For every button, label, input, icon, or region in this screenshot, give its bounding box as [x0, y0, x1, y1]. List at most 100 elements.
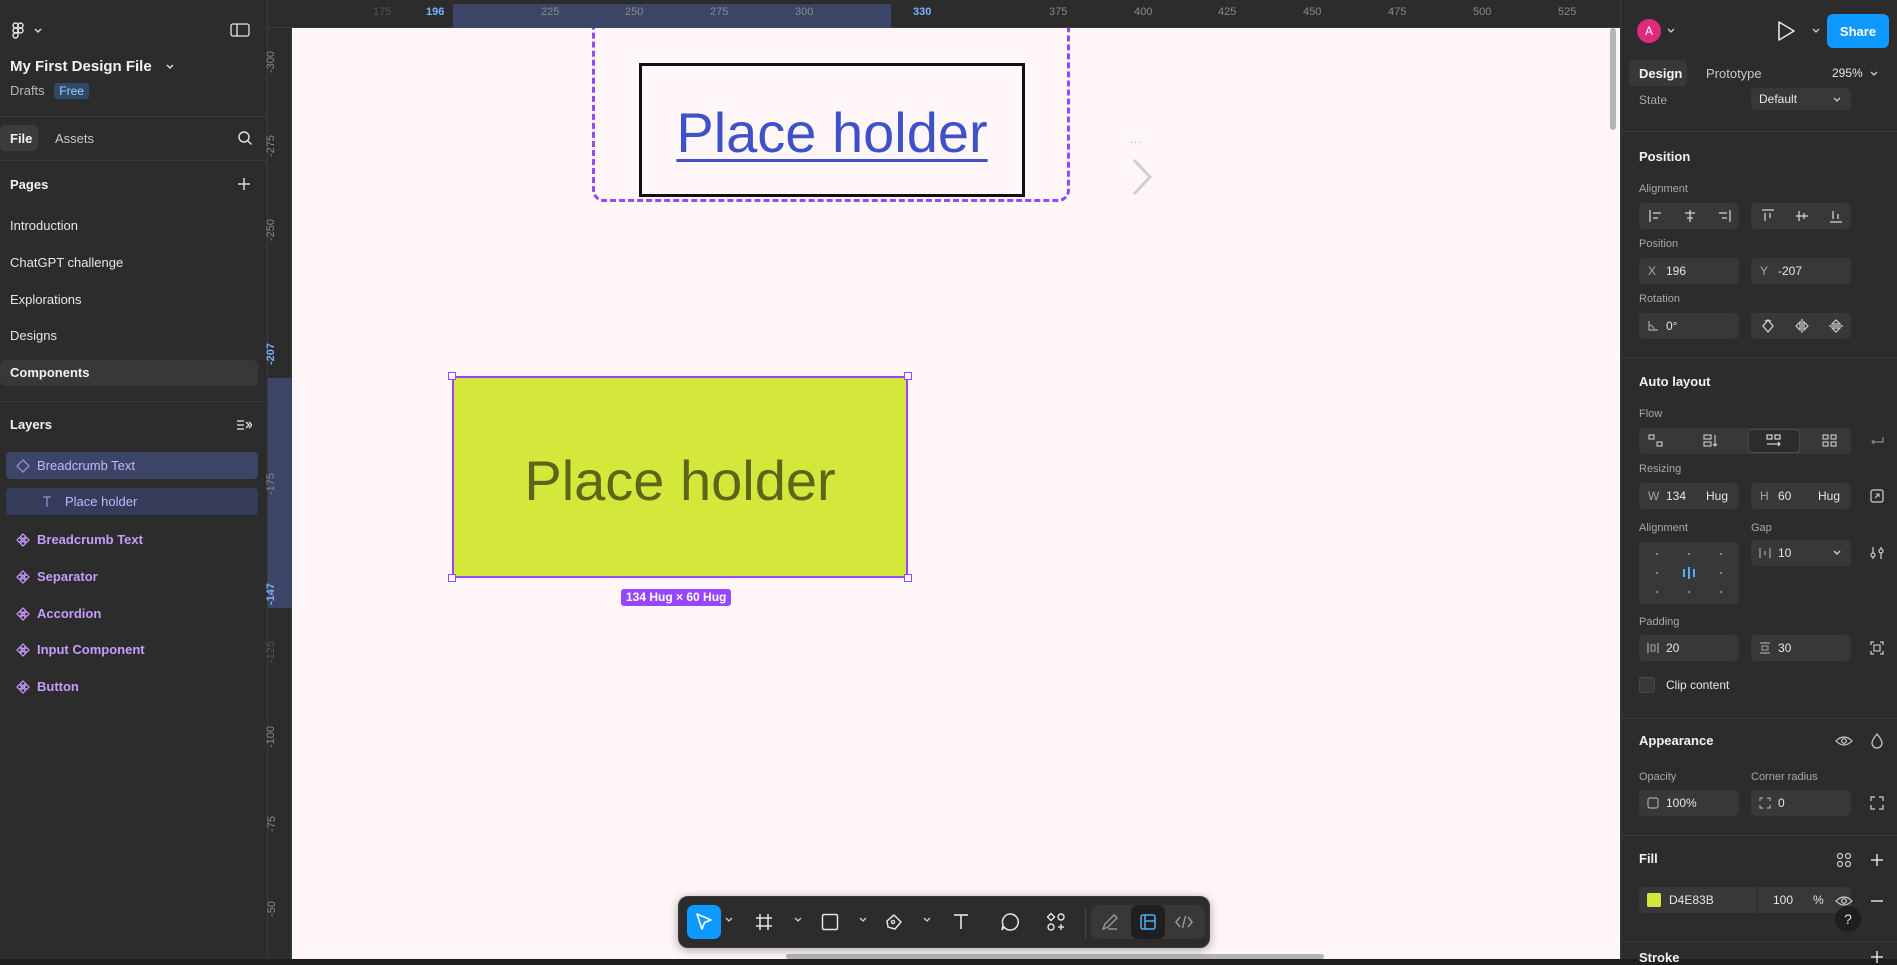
chevron-down-icon[interactable] [725, 917, 733, 923]
resize-constraints-icon[interactable] [1869, 488, 1885, 504]
ruler-tick: -175 [265, 472, 278, 496]
height-input[interactable]: H 60 Hug [1751, 483, 1851, 509]
zoom-control[interactable]: 295% [1832, 66, 1878, 80]
independent-corners-icon[interactable] [1869, 795, 1885, 811]
flow-freeform-icon[interactable] [1648, 434, 1664, 448]
chevron-down-icon[interactable] [794, 917, 802, 923]
component-icon [16, 570, 30, 584]
individual-padding-icon[interactable] [1869, 640, 1885, 656]
page-item-designs[interactable]: Designs [0, 325, 258, 347]
tab-design[interactable]: Design [1629, 60, 1687, 86]
layer-item[interactable]: Breadcrumb Text [6, 526, 258, 553]
dev-mode[interactable] [1167, 905, 1201, 939]
present-play-icon[interactable] [1776, 20, 1796, 42]
canvas[interactable]: Place holder ... Place holder 134 Hug × … [292, 28, 1620, 959]
add-page-icon[interactable] [237, 177, 251, 191]
width-mode[interactable]: Hug [1706, 489, 1728, 503]
layer-item[interactable]: Input Component [6, 636, 258, 663]
chevron-down-icon[interactable] [923, 917, 931, 923]
layer-item[interactable]: Button [6, 673, 258, 700]
rotation-input[interactable]: 0° [1639, 313, 1739, 339]
comment-tool[interactable] [993, 905, 1027, 939]
frame-tool[interactable] [747, 905, 781, 939]
page-item-explorations[interactable]: Explorations [0, 289, 258, 311]
align-right-icon[interactable] [1716, 209, 1732, 223]
shape-tool[interactable] [813, 905, 847, 939]
opacity-input[interactable]: 100% [1639, 790, 1739, 816]
text-tool[interactable] [944, 905, 978, 939]
chevron-down-icon[interactable] [1812, 28, 1820, 34]
height-mode[interactable]: Hug [1818, 489, 1840, 503]
file-title[interactable]: My First Design File [10, 58, 174, 75]
move-tool[interactable] [687, 905, 721, 939]
width-input[interactable]: W 134 Hug [1639, 483, 1739, 509]
resize-handle[interactable] [448, 574, 456, 582]
toggle-sidebar-button[interactable] [230, 22, 250, 38]
tab-file[interactable]: File [0, 125, 38, 151]
page-item-introduction[interactable]: Introduction [0, 215, 258, 237]
ruler-vertical[interactable]: -300 -275 -250 -207 -175 -147 -125 -100 … [265, 28, 292, 959]
rotate-90-icon[interactable] [1760, 318, 1776, 334]
chevron-down-icon[interactable] [859, 917, 867, 923]
add-stroke-icon[interactable] [1870, 950, 1884, 964]
padding-vertical-input[interactable]: 30 [1751, 635, 1851, 661]
align-top-icon[interactable] [1761, 208, 1775, 224]
x-input[interactable]: X 196 [1639, 258, 1739, 284]
horizontal-scrollbar[interactable] [786, 954, 1324, 959]
flow-horizontal-button[interactable] [1748, 429, 1800, 453]
selected-frame[interactable]: Place holder [452, 376, 908, 578]
align-middle-icon[interactable] [1795, 208, 1809, 224]
pen-tool[interactable] [877, 905, 911, 939]
layer-item[interactable]: Place holder [6, 488, 258, 515]
share-button[interactable]: Share [1827, 14, 1889, 48]
flow-grid-icon[interactable] [1822, 434, 1838, 448]
remove-fill-icon[interactable] [1870, 894, 1884, 908]
collapse-layers-icon[interactable] [236, 418, 252, 432]
design-mode[interactable] [1131, 905, 1165, 939]
chevron-right-icon[interactable] [1130, 156, 1154, 198]
resources-tool[interactable] [1039, 905, 1073, 939]
gap-input[interactable]: 10 [1751, 540, 1851, 566]
tab-prototype[interactable]: Prototype [1706, 66, 1762, 81]
eye-icon[interactable] [1835, 734, 1853, 748]
style-library-icon[interactable] [1836, 852, 1852, 868]
state-dropdown[interactable]: Default [1751, 88, 1851, 110]
flow-vertical-icon[interactable] [1703, 434, 1719, 448]
layer-item[interactable]: Separator [6, 563, 258, 590]
padding-horizontal-input[interactable]: 20 [1639, 635, 1739, 661]
help-button[interactable]: ? [1835, 906, 1861, 932]
flip-horizontal-icon[interactable] [1794, 318, 1810, 334]
y-input[interactable]: Y -207 [1751, 258, 1851, 284]
component-variant[interactable]: Place holder [639, 63, 1025, 197]
draw-mode[interactable] [1093, 905, 1127, 939]
align-left-icon[interactable] [1648, 209, 1664, 223]
flip-vertical-icon[interactable] [1828, 318, 1844, 334]
add-fill-icon[interactable] [1870, 853, 1884, 867]
clip-content-checkbox[interactable] [1639, 677, 1655, 693]
user-avatar[interactable]: A [1637, 19, 1661, 43]
layer-item[interactable]: Accordion [6, 600, 258, 627]
alignment-grid[interactable] [1639, 542, 1739, 604]
search-icon[interactable] [237, 130, 253, 146]
tab-assets[interactable]: Assets [55, 131, 94, 146]
vertical-scrollbar[interactable] [1610, 28, 1616, 130]
chevron-down-icon[interactable] [1667, 28, 1675, 34]
page-item-chatgpt-challenge[interactable]: ChatGPT challenge [0, 252, 258, 274]
page-item-components[interactable]: Components [0, 360, 258, 386]
resize-handle[interactable] [448, 372, 456, 380]
fill-swatch[interactable] [1647, 893, 1661, 907]
chevron-down-icon[interactable] [1833, 550, 1841, 556]
main-menu-button[interactable] [10, 20, 46, 42]
fill-color-input[interactable]: D4E83B 100 % [1639, 887, 1851, 913]
wrap-icon[interactable] [1869, 434, 1885, 448]
advanced-layout-settings-icon[interactable] [1869, 545, 1885, 561]
align-bottom-icon[interactable] [1829, 208, 1843, 224]
rotation-value: 0° [1666, 319, 1678, 333]
align-center-icon[interactable] [1682, 209, 1698, 223]
resize-handle[interactable] [904, 574, 912, 582]
ruler-horizontal[interactable]: 175 196 225 250 275 300 330 375 400 425 … [268, 0, 1620, 28]
layer-item[interactable]: Breadcrumb Text [6, 452, 258, 479]
resize-handle[interactable] [904, 372, 912, 380]
blend-mode-drop-icon[interactable] [1870, 733, 1884, 749]
corner-radius-input[interactable]: 0 [1751, 790, 1851, 816]
